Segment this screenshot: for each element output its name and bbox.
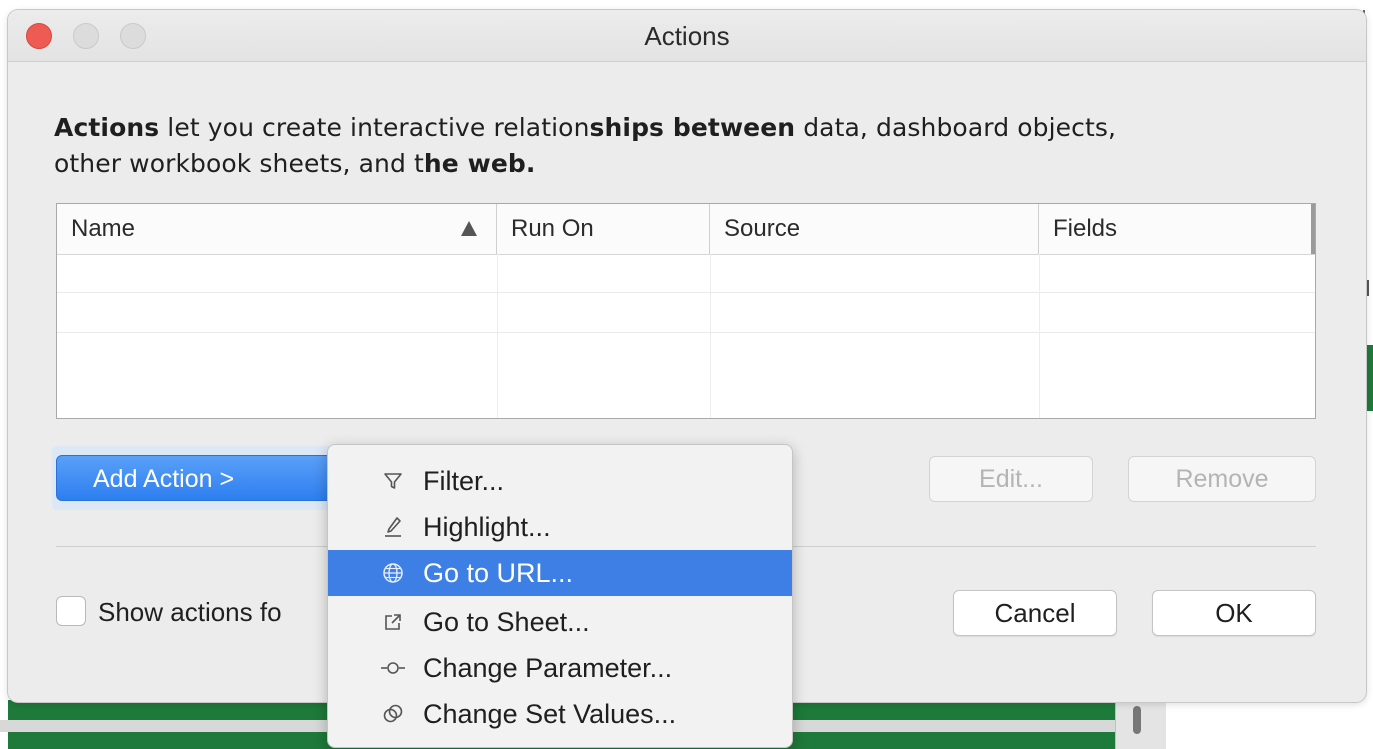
add-action-menu: Filter... Highlight... Go to URL... Go t… bbox=[327, 444, 793, 748]
column-header-name[interactable]: Name bbox=[57, 204, 497, 254]
column-header-label: Fields bbox=[1053, 215, 1118, 242]
menu-item-change-set-values[interactable]: Change Set Values... bbox=[328, 691, 792, 737]
menu-item-label: Go to Sheet... bbox=[423, 607, 590, 637]
table-header: Name Run On Source Fields bbox=[57, 204, 1315, 255]
cancel-button[interactable]: Cancel bbox=[953, 590, 1117, 636]
edit-button[interactable]: Edit... bbox=[929, 456, 1093, 502]
show-actions-label: Show actions fo bbox=[98, 597, 282, 627]
parameter-icon bbox=[378, 645, 408, 691]
background-green-strip bbox=[1366, 345, 1373, 411]
column-divider bbox=[710, 254, 711, 418]
remove-button[interactable]: Remove bbox=[1128, 456, 1316, 502]
add-action-button[interactable]: Add Action > bbox=[56, 455, 348, 501]
column-header-fields[interactable]: Fields bbox=[1039, 204, 1315, 254]
menu-item-label: Change Parameter... bbox=[423, 653, 673, 683]
column-header-source[interactable]: Source bbox=[710, 204, 1039, 254]
menu-item-go-to-sheet[interactable]: Go to Sheet... bbox=[328, 599, 792, 645]
column-divider bbox=[497, 254, 498, 418]
dialog-description: Actions let you create interactive relat… bbox=[54, 110, 1294, 182]
column-header-label: Name bbox=[71, 215, 136, 242]
description-text: let you create interactive relation bbox=[159, 113, 590, 142]
table-row[interactable] bbox=[57, 332, 1315, 412]
actions-table[interactable]: Name Run On Source Fields bbox=[56, 203, 1316, 419]
menu-item-label: Filter... bbox=[423, 466, 505, 496]
description-bold: he web. bbox=[423, 149, 536, 178]
description-text: other workbook shee bbox=[54, 149, 320, 178]
set-values-icon bbox=[378, 691, 408, 737]
ok-button[interactable]: OK bbox=[1152, 590, 1316, 636]
column-header-run-on[interactable]: Run On bbox=[497, 204, 710, 254]
globe-icon bbox=[378, 550, 408, 596]
menu-item-change-parameter[interactable]: Change Parameter... bbox=[328, 645, 792, 691]
column-header-label: Run On bbox=[511, 215, 594, 242]
show-actions-checkbox[interactable] bbox=[56, 596, 86, 626]
sort-ascending-icon bbox=[461, 221, 477, 236]
description-bold: Actions bbox=[54, 113, 160, 142]
highlight-pen-icon bbox=[378, 504, 408, 550]
filter-icon bbox=[378, 458, 408, 504]
menu-item-highlight[interactable]: Highlight... bbox=[328, 504, 792, 550]
description-text: ts, and t bbox=[319, 149, 424, 178]
menu-item-filter[interactable]: Filter... bbox=[328, 458, 792, 504]
background-mark bbox=[1367, 280, 1369, 296]
description-text: data, dashboard objects, bbox=[795, 113, 1117, 142]
window-title: Actions bbox=[644, 21, 730, 51]
column-divider bbox=[1039, 254, 1040, 418]
background-scrollbar bbox=[1133, 706, 1141, 734]
table-row[interactable] bbox=[57, 292, 1315, 333]
menu-item-go-to-url[interactable]: Go to URL... bbox=[328, 550, 792, 596]
menu-item-label: Change Set Values... bbox=[423, 699, 677, 729]
title-bar: Actions bbox=[8, 10, 1366, 62]
menu-item-label: Go to URL... bbox=[423, 558, 574, 588]
menu-item-label: Highlight... bbox=[423, 512, 551, 542]
description-bold: ships between bbox=[589, 113, 796, 142]
table-row[interactable] bbox=[57, 254, 1315, 293]
header-edge bbox=[1311, 204, 1315, 254]
column-header-label: Source bbox=[724, 215, 801, 242]
external-link-icon bbox=[378, 599, 408, 645]
